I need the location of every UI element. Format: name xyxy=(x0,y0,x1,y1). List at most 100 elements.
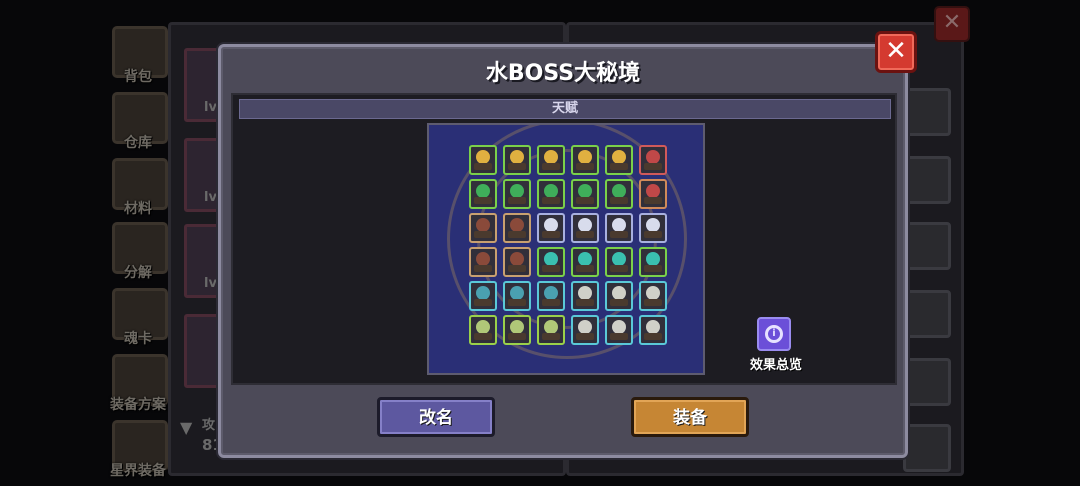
talent-node[interactable] xyxy=(537,145,565,175)
helmet-gold-icon xyxy=(476,150,490,164)
rename-button[interactable]: 改名 xyxy=(377,397,495,437)
talent-node[interactable] xyxy=(571,281,599,311)
close-button[interactable]: ✕ xyxy=(875,31,917,73)
imp-lime-icon xyxy=(476,320,490,334)
talent-node[interactable] xyxy=(503,281,531,311)
pedestal-icon xyxy=(474,231,492,238)
talent-node[interactable] xyxy=(639,145,667,175)
pedestal-icon xyxy=(576,163,594,170)
demon-red-icon xyxy=(646,150,660,164)
talent-node[interactable] xyxy=(605,247,633,277)
pedestal-icon xyxy=(644,333,662,340)
side-nav-decompose[interactable]: 分解 xyxy=(108,220,168,281)
talent-node[interactable] xyxy=(639,213,667,243)
talent-node[interactable] xyxy=(503,179,531,209)
talent-node[interactable] xyxy=(537,247,565,277)
talent-node[interactable] xyxy=(469,213,497,243)
talent-node[interactable] xyxy=(571,145,599,175)
side-nav-label: 背包 xyxy=(124,69,152,85)
bone-white-icon xyxy=(612,286,626,300)
equip-button[interactable]: 装备 xyxy=(631,397,749,437)
orc-green-icon xyxy=(578,184,592,198)
side-nav-materials[interactable]: 材料 xyxy=(108,156,168,217)
fish-teal-icon xyxy=(544,286,558,300)
side-nav-bag[interactable]: 背包 xyxy=(108,24,168,85)
side-nav-label: 分解 xyxy=(124,265,152,281)
pedestal-icon xyxy=(644,231,662,238)
fish-teal-icon xyxy=(510,286,524,300)
side-nav-astral-equip[interactable]: 星界装备 xyxy=(108,418,168,479)
talent-node[interactable] xyxy=(639,315,667,345)
pedestal-icon xyxy=(474,197,492,204)
demon-red-icon xyxy=(646,184,660,198)
talent-node[interactable] xyxy=(469,315,497,345)
pedestal-icon xyxy=(576,197,594,204)
talent-node[interactable] xyxy=(639,281,667,311)
crystal-teal-icon xyxy=(646,252,660,266)
bg-equip-slot[interactable] xyxy=(903,290,951,338)
imp-lime-icon xyxy=(510,320,524,334)
talent-node[interactable] xyxy=(605,315,633,345)
talent-node[interactable] xyxy=(571,213,599,243)
side-nav-warehouse[interactable]: 仓库 xyxy=(108,90,168,151)
talent-node[interactable] xyxy=(605,213,633,243)
effect-overview-label: 效果总览 xyxy=(749,358,802,373)
talent-node[interactable] xyxy=(605,179,633,209)
talent-node[interactable] xyxy=(503,315,531,345)
talent-node[interactable] xyxy=(469,247,497,277)
talent-node[interactable] xyxy=(503,145,531,175)
talent-node[interactable] xyxy=(537,213,565,243)
orc-green-icon xyxy=(612,184,626,198)
effect-overview-button[interactable]: i xyxy=(757,317,791,351)
talent-node[interactable] xyxy=(605,145,633,175)
talent-node[interactable] xyxy=(469,281,497,311)
bg-equip-slot[interactable] xyxy=(903,424,951,472)
pedestal-icon xyxy=(610,231,628,238)
talent-node[interactable] xyxy=(503,213,531,243)
talent-node[interactable] xyxy=(537,315,565,345)
bone-white-icon xyxy=(646,320,660,334)
talent-node[interactable] xyxy=(605,281,633,311)
pedestal-icon xyxy=(508,197,526,204)
fish-teal-icon xyxy=(476,286,490,300)
bg-equip-slot[interactable] xyxy=(903,358,951,406)
side-nav-equip-plan[interactable]: 装备方案 xyxy=(108,352,168,413)
horn-white-icon xyxy=(544,218,558,232)
side-nav-label: 材料 xyxy=(124,201,152,217)
pedestal-icon xyxy=(610,265,628,272)
side-nav-soul-card[interactable]: 魂卡 xyxy=(108,286,168,347)
talent-node[interactable] xyxy=(503,247,531,277)
orc-green-icon xyxy=(510,184,524,198)
bg-equip-slot[interactable] xyxy=(903,222,951,270)
talent-node[interactable] xyxy=(537,179,565,209)
talent-node[interactable] xyxy=(469,179,497,209)
bone-white-icon xyxy=(578,286,592,300)
pedestal-icon xyxy=(644,265,662,272)
modal-title: 水BOSS大秘境 xyxy=(485,61,641,86)
pedestal-icon xyxy=(576,299,594,306)
crystal-teal-icon xyxy=(544,252,558,266)
talent-node[interactable] xyxy=(571,247,599,277)
pedestal-icon xyxy=(610,163,628,170)
bg-equip-slot[interactable] xyxy=(903,88,951,136)
side-nav-label: 仓库 xyxy=(124,135,152,151)
talent-node[interactable] xyxy=(571,315,599,345)
talent-node[interactable] xyxy=(537,281,565,311)
bone-white-icon xyxy=(612,320,626,334)
side-nav-label: 装备方案 xyxy=(110,397,166,413)
talent-node[interactable] xyxy=(469,145,497,175)
talent-node[interactable] xyxy=(639,247,667,277)
bg-close-button[interactable]: ✕ xyxy=(934,6,970,42)
bg-equip-slot[interactable] xyxy=(903,156,951,204)
pedestal-icon xyxy=(610,197,628,204)
crystal-teal-icon xyxy=(612,252,626,266)
talent-node[interactable] xyxy=(571,179,599,209)
side-nav-label: 星界装备 xyxy=(110,463,166,479)
talent-node[interactable] xyxy=(639,179,667,209)
orc-green-icon xyxy=(544,184,558,198)
pedestal-icon xyxy=(576,231,594,238)
demon-brown-icon xyxy=(476,252,490,266)
pedestal-icon xyxy=(542,333,560,340)
horn-white-icon xyxy=(612,218,626,232)
pedestal-icon xyxy=(474,299,492,306)
